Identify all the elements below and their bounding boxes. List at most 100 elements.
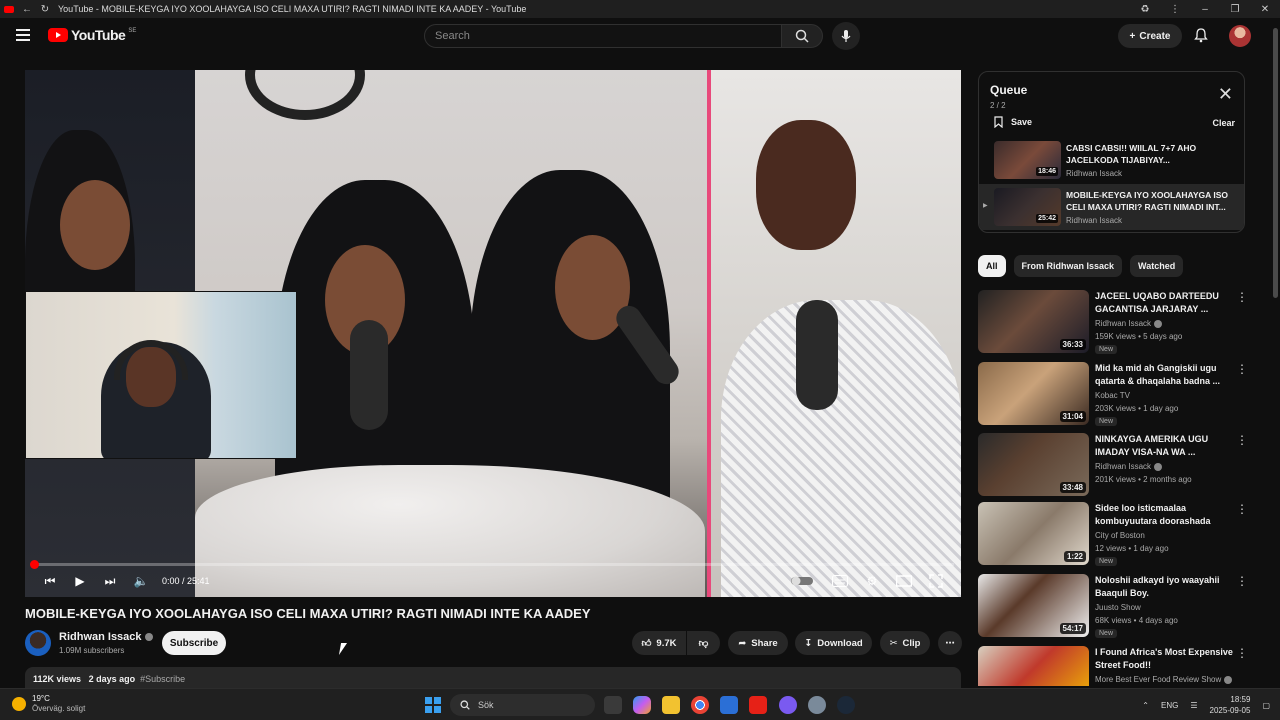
video-duration: 33:48 [1059, 482, 1086, 493]
steam-icon[interactable] [837, 696, 855, 714]
next-icon[interactable]: ⏭ [101, 572, 119, 590]
recommendation-item[interactable]: 1:22 Sidee loo isticmaalaa kombuyuutara … [978, 502, 1268, 568]
chrome-icon[interactable] [691, 696, 709, 714]
save-queue-button[interactable]: Save [994, 116, 1032, 128]
back-arrow-icon[interactable]: ← [18, 0, 36, 18]
search-input[interactable]: Search [424, 24, 782, 48]
recommendation-item[interactable]: 31:04 Mid ka mid ah Gangiskii ugu qatart… [978, 362, 1268, 428]
more-vertical-icon[interactable]: ⋮ [1236, 646, 1248, 660]
task-view-icon[interactable] [604, 696, 622, 714]
clear-queue-button[interactable]: Clear [1212, 118, 1235, 128]
chip-from-channel[interactable]: From Ridhwan Issack [1013, 255, 1123, 277]
browser-menu-icon[interactable]: ⋮ [1160, 4, 1190, 15]
recommendation-channel: Kobac TV [1095, 391, 1130, 400]
recommendation-thumbnail: 31:04 [978, 362, 1089, 425]
recommendation-meta: 12 views • 1 day ago [1095, 544, 1169, 553]
discord-icon[interactable] [779, 696, 797, 714]
notifications-bell-icon[interactable] [1193, 27, 1209, 43]
chip-watched[interactable]: Watched [1130, 255, 1184, 277]
recommendation-thumbnail: 54:17 [978, 574, 1089, 637]
download-button[interactable]: ↧ Download [795, 631, 872, 655]
close-icon[interactable]: ✕ [1218, 85, 1233, 103]
queue-item-current[interactable]: ▶ 25:42 MOBILE-KEYGA IYO XOOLAHAYGA ISO … [979, 184, 1244, 230]
queue-item[interactable]: 18:46 CABSI CABSI!! WIILAL 7+7 AHO JACEL… [979, 137, 1244, 183]
hashtag-link[interactable]: #Subscribe [140, 674, 185, 684]
clip-button[interactable]: ✂ Clip [880, 631, 930, 655]
recommendation-thumbnail: 1:22 [978, 502, 1089, 565]
queue-item-title: MOBILE-KEYGA IYO XOOLAHAYGA ISO CELI MAX… [1066, 190, 1228, 212]
video-player[interactable] [25, 70, 961, 597]
thumbs-up-icon: 👍︎ [641, 638, 652, 649]
windows-start-icon[interactable] [425, 697, 441, 713]
more-vertical-icon[interactable]: ⋮ [1236, 290, 1248, 304]
progress-bar[interactable] [30, 560, 954, 569]
queue-thumbnail: 25:42 [994, 188, 1061, 226]
recommendation-item[interactable]: 33:48 NINKAYGA AMERIKA UGU IMADAY VISA-N… [978, 433, 1268, 499]
recommendation-title: Sidee loo isticmaalaa kombuyuutara doora… [1095, 503, 1211, 526]
file-explorer-icon[interactable] [662, 696, 680, 714]
theater-mode-icon[interactable] [895, 572, 913, 590]
youtube-logo[interactable]: YouTube SE [48, 27, 136, 43]
wifi-icon[interactable]: ☰ [1190, 701, 1197, 710]
settings-gear-icon[interactable]: ⚙ [863, 572, 881, 590]
menu-icon[interactable] [16, 29, 30, 41]
close-window-button[interactable]: ✕ [1250, 4, 1280, 15]
recommendation-channel: City of Boston [1095, 531, 1145, 540]
notification-icon[interactable]: ▢ [1262, 701, 1270, 710]
refresh-icon[interactable]: ↻ [36, 0, 54, 18]
clock-date: 2025-09-05 [1209, 706, 1251, 715]
weather-widget[interactable]: 19°C Överväg. soligt [12, 694, 85, 714]
recommendation-item[interactable]: I Found Africa's Most Expensive Street F… [978, 646, 1268, 686]
account-avatar[interactable] [1229, 25, 1251, 47]
like-button[interactable]: 👍︎ 9.7K [632, 631, 686, 655]
play-icon[interactable]: ▶ [71, 572, 89, 590]
extensions-icon[interactable]: ♻ [1130, 4, 1160, 15]
subscribe-button[interactable]: Subscribe [162, 631, 226, 655]
recommendation-channel: Ridhwan Issack [1095, 319, 1163, 328]
search-button[interactable] [781, 24, 823, 48]
volume-icon[interactable]: 🔈 [132, 572, 150, 590]
more-vertical-icon[interactable]: ⋮ [1236, 502, 1248, 516]
recommendation-title: Noloshii adkayd iyo waayahii Baaquli Boy… [1095, 575, 1220, 598]
more-actions-button[interactable]: ⋯ [938, 631, 962, 655]
fullscreen-icon[interactable] [927, 572, 945, 590]
recommendation-meta: 203K views • 1 day ago [1095, 404, 1179, 413]
verified-icon [1154, 319, 1163, 328]
dislike-button[interactable]: 👎︎ [687, 631, 720, 655]
minimize-button[interactable]: – [1190, 4, 1220, 15]
view-count: 112K views [33, 674, 82, 684]
autoplay-toggle[interactable] [791, 572, 813, 590]
scrollbar-thumb[interactable] [1273, 28, 1278, 298]
more-vertical-icon[interactable]: ⋮ [1236, 574, 1248, 588]
previous-icon[interactable]: ⏮ [41, 572, 59, 590]
subtitles-icon[interactable] [831, 572, 849, 590]
youtube-app-icon[interactable] [749, 696, 767, 714]
queue-title: Queue [990, 83, 1028, 97]
system-tray: ⌃ ENG ☰ 18:59 2025-09-05 ▢ [1142, 694, 1270, 716]
description-box[interactable]: 112K views 2 days ago #Subscribe [25, 667, 961, 689]
chip-all[interactable]: All [978, 255, 1006, 277]
page-scrollbar[interactable] [1271, 18, 1280, 686]
recommendation-item[interactable]: 36:33 JACEEL UQABO DARTEEDU GACANTISA JA… [978, 290, 1268, 356]
share-button[interactable]: ➦ Share [728, 631, 788, 655]
store-icon[interactable] [720, 696, 738, 714]
copilot-icon[interactable] [633, 696, 651, 714]
restore-button[interactable]: ❐ [1220, 4, 1250, 15]
language-indicator[interactable]: ENG [1161, 701, 1178, 710]
taskbar-search[interactable]: Sök [450, 694, 595, 716]
recommendation-item[interactable]: 54:17 Noloshii adkayd iyo waayahii Baaqu… [978, 574, 1268, 640]
new-badge: New [1095, 417, 1118, 426]
more-vertical-icon[interactable]: ⋮ [1236, 362, 1248, 376]
subscriber-count: 1.09M subscribers [59, 646, 125, 655]
clock[interactable]: 18:59 2025-09-05 [1210, 694, 1251, 716]
clock-time: 18:59 [1230, 695, 1251, 704]
tray-chevron-icon[interactable]: ⌃ [1142, 701, 1149, 710]
create-button[interactable]: + Create [1118, 24, 1182, 48]
channel-avatar[interactable] [25, 630, 51, 656]
progress-scrubber[interactable] [30, 560, 39, 569]
voice-search-button[interactable] [832, 22, 860, 50]
queue-item-channel: Ridhwan Issack [1066, 169, 1123, 178]
settings-app-icon[interactable] [808, 696, 826, 714]
more-vertical-icon[interactable]: ⋮ [1236, 433, 1248, 447]
channel-name-link[interactable]: Ridhwan Issack [59, 631, 153, 643]
